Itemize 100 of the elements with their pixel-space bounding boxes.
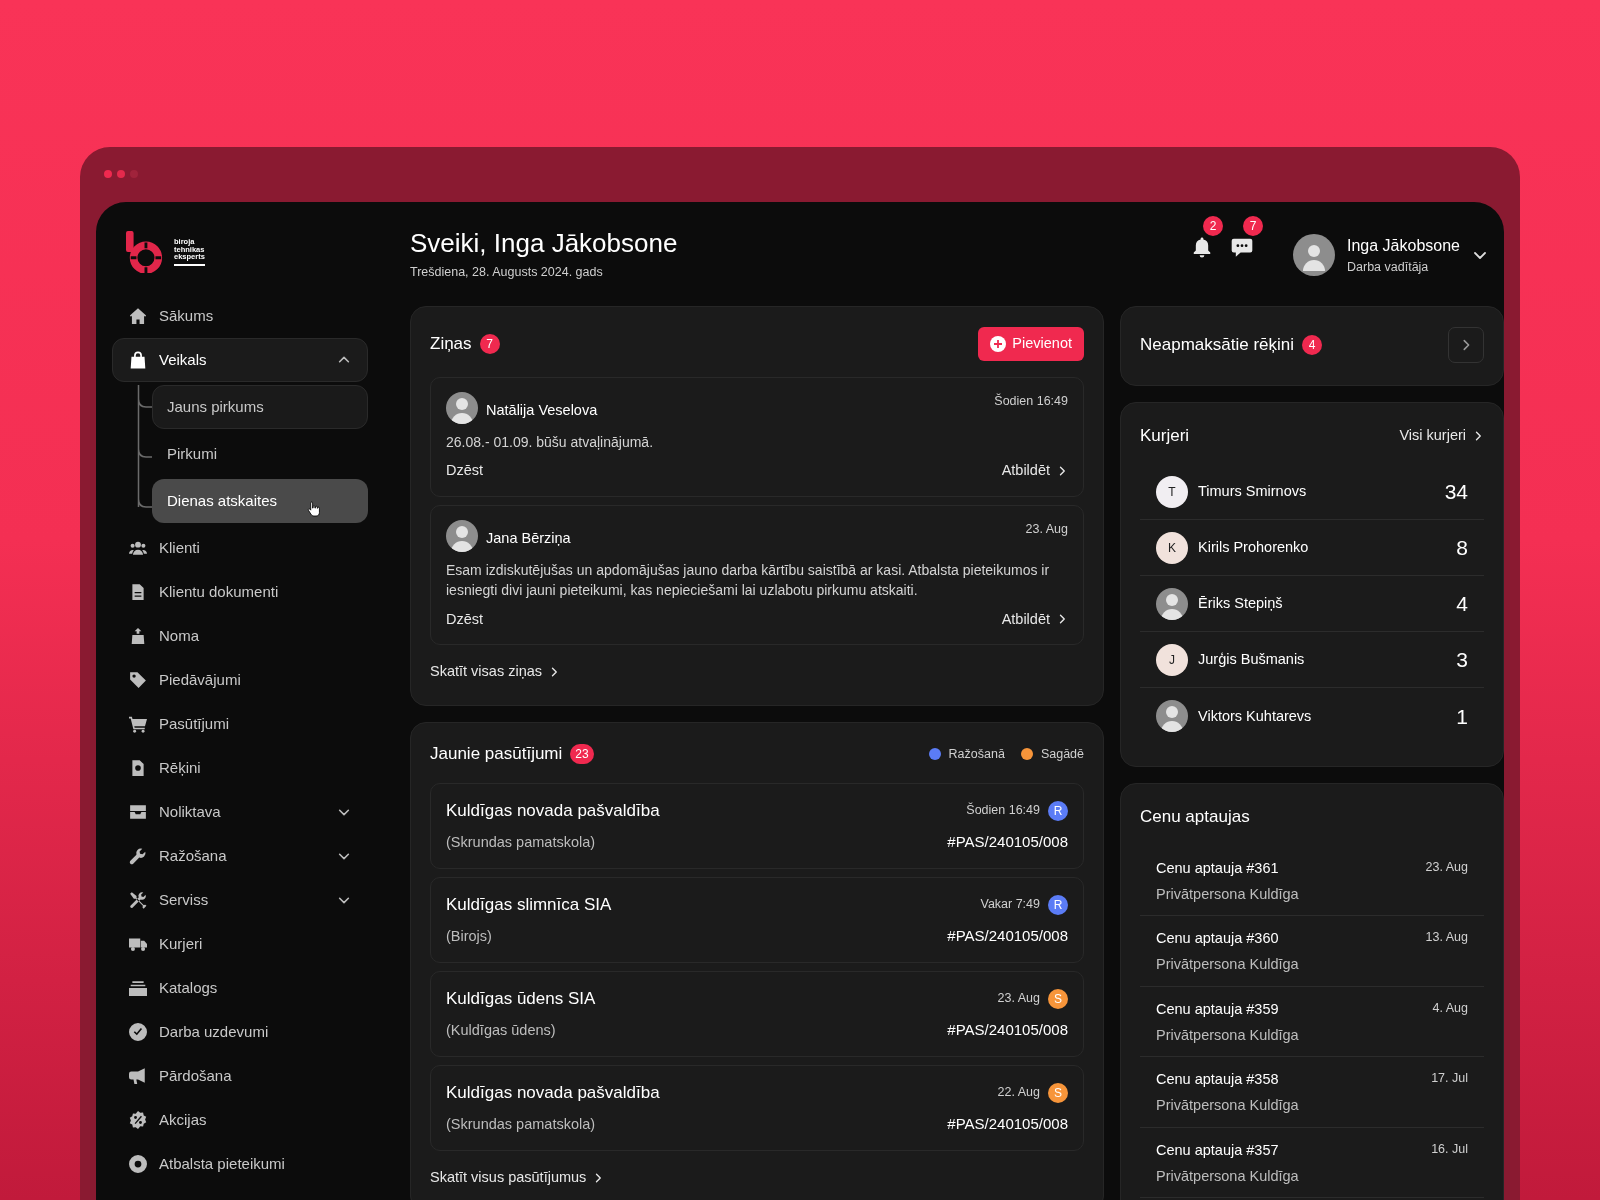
delete-link[interactable]: Dzēst (446, 608, 484, 631)
sidebar-item[interactable]: Pasūtījumi (112, 702, 368, 746)
sidebar-item[interactable]: Klienti (112, 526, 368, 570)
sidebar-item[interactable]: Ražošana (112, 834, 368, 878)
greeting-title: Sveiki, Inga Jākobsone (410, 228, 678, 260)
lifebuoy-icon (129, 1155, 147, 1173)
percent-badge-icon (129, 1111, 147, 1129)
delivery-count: 8 (1456, 535, 1468, 562)
reply-link[interactable]: Atbildēt (1001, 460, 1068, 482)
count-badge: 7 (479, 333, 500, 354)
delivery-count: 3 (1456, 647, 1468, 674)
order-location: (Skrundas pamatskola) (446, 1114, 596, 1134)
legend-label: Sagādē (1040, 745, 1084, 763)
sidebar-item[interactable]: Katalogs (112, 966, 368, 1010)
plus-circle-icon (990, 335, 1007, 352)
view-all-link[interactable]: Skatīt visas ziņas (430, 661, 560, 684)
sidebar-item[interactable]: Noliktava (112, 790, 368, 834)
legend-label: Ražošanā (948, 745, 1005, 763)
order-time: 23. Aug (997, 990, 1040, 1008)
sidebar-item[interactable]: Akcijas (112, 1098, 368, 1142)
sidebar-item[interactable]: Serviss (112, 878, 368, 922)
stack-icon (129, 979, 147, 997)
sidebar-item[interactable]: Rēķini (112, 746, 368, 790)
count-badge: 2 (1203, 215, 1223, 236)
order-number: #PAS/240105/008 (947, 1020, 1068, 1041)
cart-icon (129, 715, 147, 733)
sidebar-item[interactable]: Pārdošana (112, 1054, 368, 1098)
order-number: #PAS/240105/008 (947, 1114, 1068, 1135)
sidebar-item[interactable]: Piedāvājumi (112, 658, 368, 702)
invoice-icon (129, 759, 147, 777)
avatar: T (1156, 475, 1188, 508)
tools-icon (129, 891, 147, 909)
author-name: Natālija Veselova (486, 400, 598, 420)
message-time: Šodien 16:49 (994, 392, 1068, 410)
sidebar-item[interactable]: Sākums (112, 294, 368, 338)
card-title: Neapmaksātie rēķini (1140, 334, 1294, 357)
count-badge: 23 (570, 744, 594, 765)
client-name: Privātpersona Kuldīga (1156, 955, 1300, 975)
order-name: Kuldīgas novada pašvaldība (446, 799, 660, 822)
delete-link[interactable]: Dzēst (446, 460, 484, 482)
message-time: 23. Aug (1025, 521, 1068, 538)
author-name: Jana Bērziņa (486, 529, 571, 548)
inbox-icon (129, 803, 147, 821)
submenu-item[interactable]: Jauns pirkums (152, 385, 368, 429)
courier-name: Kirils Prohorenko (1198, 538, 1309, 558)
quote-title: Cenu aptauja #359 (1156, 999, 1279, 1019)
courier-name: Jurģis Bušmanis (1198, 650, 1305, 670)
avatar-icon (446, 391, 478, 424)
sidebar-item[interactable]: Klientu dokumenti (112, 570, 368, 614)
client-name: Privātpersona Kuldīga (1156, 1025, 1300, 1045)
card-title: Cenu aptaujas (1140, 806, 1251, 829)
submenu-item[interactable]: Dienas atskaites (152, 479, 368, 523)
order-name: Kuldīgas slimnīca SIA (446, 893, 612, 916)
order-location: (Birojs) (446, 926, 492, 946)
sidebar-item[interactable]: Noma (112, 614, 368, 658)
quote-date: 16. Jul (1431, 1140, 1468, 1158)
client-name: Privātpersona Kuldīga (1156, 884, 1300, 904)
status-dot: R (1048, 894, 1068, 915)
courier-name: Viktors Kuhtarevs (1198, 706, 1312, 726)
user-name: Inga Jākobsone (1347, 235, 1460, 256)
truck-icon (129, 935, 147, 953)
order-location: (Skrundas pamatskola) (446, 832, 596, 852)
courier-name: Ēriks Stepiņš (1198, 594, 1283, 614)
order-time: Šodien 16:49 (966, 801, 1040, 820)
delivery-count: 1 (1456, 703, 1468, 730)
status-dot: R (1048, 800, 1068, 821)
user-menu[interactable]: Inga Jākobsone Darba vadītāja (1293, 233, 1488, 277)
logo-icon (126, 231, 164, 273)
bag-arrow-icon (129, 627, 147, 645)
delivery-count: 4 (1456, 591, 1468, 618)
date-text: Trešdiena, 28. Augusts 2024. gads (410, 264, 604, 282)
home-icon (129, 307, 147, 325)
avatar-icon (1156, 587, 1188, 620)
avatar: K (1156, 531, 1188, 564)
window-controls-icon (104, 170, 138, 178)
sidebar-item[interactable]: Kurjeri (112, 922, 368, 966)
add-button[interactable]: Pievienot (978, 326, 1084, 361)
sidebar-item[interactable]: Veikals (112, 338, 368, 382)
submenu-item[interactable]: Pirkumi (152, 432, 368, 476)
avatar-icon (446, 520, 478, 552)
tag-icon (129, 671, 147, 689)
order-number: #PAS/240105/008 (947, 926, 1068, 947)
quote-date: 4. Aug (1432, 999, 1468, 1017)
count-badge: 7 (1243, 215, 1263, 236)
status-dot: S (1048, 1082, 1068, 1103)
order-location: (Kuldīgas ūdens) (446, 1020, 556, 1040)
sidebar-item[interactable]: Darba uzdevumi (112, 1010, 368, 1054)
view-all-link[interactable]: Visi kurjeri (1399, 424, 1484, 447)
avatar-icon (1293, 233, 1335, 276)
notifications-button[interactable] (1191, 235, 1213, 258)
reply-link[interactable]: Atbildēt (1001, 608, 1068, 631)
card-title: Kurjeri (1140, 424, 1190, 447)
quote-date: 23. Aug (1425, 858, 1468, 876)
client-name: Privātpersona Kuldīga (1156, 1096, 1300, 1116)
users-icon (129, 539, 147, 557)
avatar: J (1156, 643, 1188, 676)
order-number: #PAS/240105/008 (947, 832, 1068, 853)
sidebar-item[interactable]: Atbalsta pieteikumi (112, 1142, 368, 1186)
order-name: Kuldīgas novada pašvaldība (446, 1081, 660, 1104)
view-all-link[interactable]: Skatīt visus pasūtījumus (430, 1166, 605, 1189)
